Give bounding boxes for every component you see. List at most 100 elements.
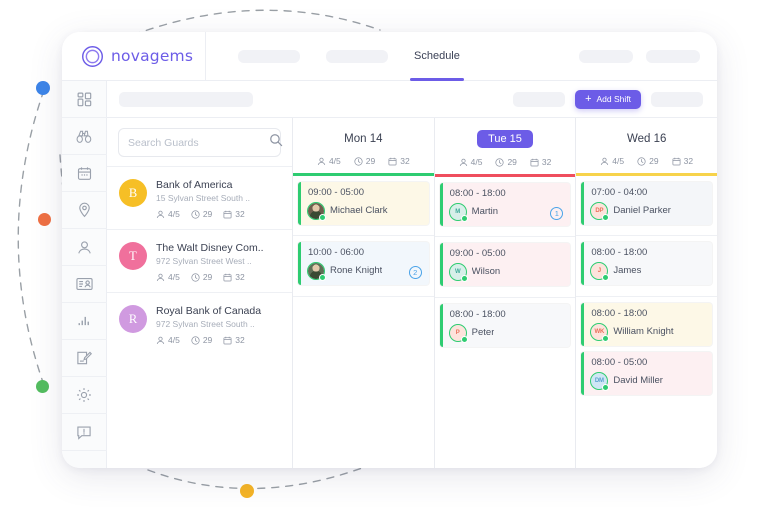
stat-people: 4/5 [459,157,483,167]
brand-name: novagems [111,47,194,65]
stat-people-value: 4/5 [470,157,483,167]
nav-placeholder-2[interactable] [326,49,388,63]
stat-people: 4/5 [317,156,341,166]
schedule-cell[interactable]: 08:00 - 18:00 M Martin 1 [434,177,576,237]
day-body: 07:00 - 04:00 DP Daniel Parker 08:00 - 18:0… [576,176,717,469]
stat-people-value: 4/5 [328,156,341,166]
clock-icon [637,156,646,166]
person-icon [459,158,468,167]
location-pin-icon [77,202,92,218]
schedule-cell[interactable]: 08:00 - 18:00 WK William Knight 08:00 - 05:… [576,297,717,427]
shift-card[interactable]: 09:00 - 05:00 W Wilson [439,242,571,286]
sidebar-item-messages[interactable] [62,414,107,451]
sidebar-item-forms[interactable] [62,340,107,377]
shift-person-name: Wilson [471,266,501,277]
stat-shifts: 32 [223,335,245,345]
stat-shifts: 32 [223,209,245,219]
yellow-dot [240,484,254,498]
shift-card[interactable]: 09:00 - 05:00 Michael Clark [298,181,429,225]
add-shift-label: Add Shift [596,94,632,104]
shift-card[interactable]: 07:00 - 04:00 DP Daniel Parker [581,181,713,225]
guard-info: The Walt Disney Com.. 972 Sylvan Street W… [156,242,282,282]
guard-row[interactable]: R Royal Bank of Canada 972 Sylvan Street S… [107,292,292,355]
day-header: Mon 14 4/5 29 32 [293,118,434,176]
sidebar-item-dashboard[interactable] [62,81,107,118]
shift-time: 08:00 - 18:00 [591,307,648,319]
schedule-cell[interactable]: 08:00 - 18:00 J James [576,236,717,297]
guard-list: B Bank of America 15 Sylvan Street South .… [107,166,292,355]
search-input[interactable] [128,136,263,149]
shift-card[interactable]: 08:00 - 18:00 J James [581,241,713,285]
stat-hours-value: 29 [202,209,213,219]
shift-card[interactable]: 08:00 - 05:00 DM David Miller [581,351,713,395]
shift-person: Michael Clark [307,201,422,221]
search-guards-box[interactable] [118,128,283,157]
day-label[interactable]: Mon 14 [344,133,382,145]
guard-row[interactable]: B Bank of America 15 Sylvan Street South .… [107,166,292,229]
shift-card[interactable]: 08:00 - 18:00 M Martin 1 [439,182,571,226]
shift-person: DP Daniel Parker [590,201,705,221]
toolbar-placeholder-1[interactable] [119,91,253,107]
day-label[interactable]: Tue 15 [477,130,533,148]
person-icon [317,157,326,166]
stat-hours: 29 [191,272,212,282]
nav-placeholder-1[interactable] [238,49,300,63]
day-label[interactable]: Wed 16 [627,133,666,145]
stat-hours: 29 [495,157,517,167]
shift-person-name: Rone Knight [330,265,383,276]
clock-icon [191,272,200,282]
stat-hours-value: 29 [365,156,376,166]
sidebar-item-guards[interactable] [62,118,107,155]
gear-icon [76,387,92,403]
nav-placeholder-4[interactable] [646,49,700,63]
search-icon[interactable] [269,133,283,152]
toolbar-placeholder-3[interactable] [651,91,703,107]
plus-icon: + [585,92,592,105]
stat-people: 4/5 [600,156,624,166]
schedule-toolbar: + Add Shift [107,81,717,118]
shift-card[interactable]: 08:00 - 18:00 WK William Knight [581,302,713,346]
avatar-initials: M [448,202,468,222]
guard-name: The Walt Disney Com.. [156,242,264,254]
shift-person: DM David Miller [590,371,705,391]
verified-check-icon [460,214,468,222]
shift-person-name: David Miller [613,375,663,386]
avatar-initials: DP [590,201,610,221]
schedule-cell[interactable]: 09:00 - 05:00 W Wilson [434,237,576,298]
sidebar-item-settings[interactable] [62,377,107,414]
shift-count-badge[interactable]: 1 [550,206,564,220]
sidebar-item-schedule[interactable] [62,155,107,192]
shift-card[interactable]: 08:00 - 18:00 P Peter [439,303,571,347]
sidebar-item-reports[interactable] [62,303,107,340]
tab-schedule[interactable]: Schedule [410,32,464,81]
schedule-cell[interactable]: 10:00 - 06:00 Rone Knight 2 [293,236,434,297]
brand-logo[interactable]: novagems [62,32,206,80]
calendar-icon [223,273,232,282]
shift-count-badge[interactable]: 2 [408,265,422,279]
toolbar-placeholder-2[interactable] [513,91,566,107]
guard-address: 15 Sylvan Street South .. [156,193,251,203]
avatar-initials: J [590,261,610,281]
shift-card[interactable]: 10:00 - 06:00 Rone Knight 2 [298,241,429,285]
sidebar-item-id-cards[interactable] [62,266,107,303]
calendar-icon [223,336,232,345]
schedule-cell[interactable] [293,297,434,427]
blue-dot [36,81,50,95]
green-dot [36,380,49,393]
sidebar-item-locations[interactable] [62,192,107,229]
guard-row[interactable]: T The Walt Disney Com.. 972 Sylvan Street … [107,229,292,292]
stat-hours: 29 [191,209,212,219]
schedule-cell[interactable]: 08:00 - 18:00 P Peter [435,298,576,428]
nav-placeholder-3[interactable] [579,49,633,63]
schedule-cell[interactable]: 07:00 - 04:00 DP Daniel Parker [576,176,717,236]
sidebar-item-profile[interactable] [62,229,107,266]
guard-info: Royal Bank of Canada 972 Sylvan Street So… [156,305,282,345]
guard-stats: 4/5 29 32 [156,209,282,219]
screenshot-root: novagems Schedule + Add Shift Search Gua… [0,0,772,507]
add-shift-button[interactable]: + Add Shift [575,89,641,109]
schedule-cell[interactable]: 09:00 - 05:00 Michael Clark [293,176,434,236]
shift-person: J James [590,261,705,281]
verified-check-icon [460,274,468,282]
stat-hours-value: 29 [202,272,213,282]
clock-icon [191,209,200,219]
